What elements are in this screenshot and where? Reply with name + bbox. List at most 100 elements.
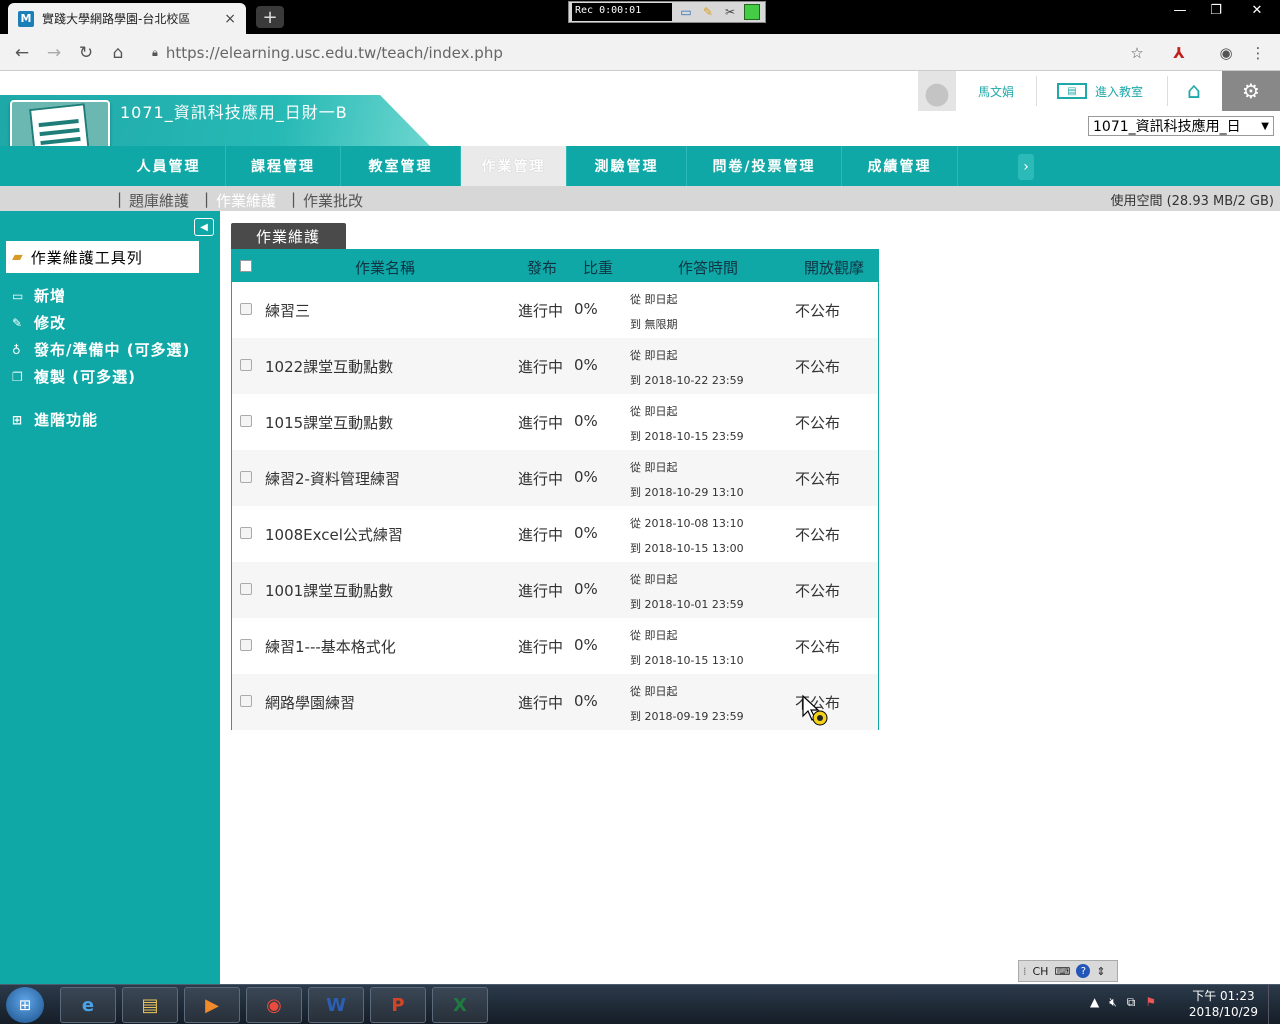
assignment-name[interactable]: 1015課堂互動點數 xyxy=(265,412,393,433)
row-checkbox[interactable] xyxy=(240,471,252,483)
browser-tab[interactable]: M 實踐大學網路學園-台北校區 × xyxy=(8,3,246,34)
sidebar-item-add[interactable]: ▭ 新增 xyxy=(12,285,66,306)
table-row[interactable]: 1015課堂互動點數 進行中 0% 從 即日起到 2018-10-15 23:59 不公… xyxy=(232,394,878,450)
ime-options-icon[interactable]: ⇕ xyxy=(1096,965,1105,978)
reload-icon[interactable]: ↻ xyxy=(74,41,98,65)
table-row[interactable]: 練習1---基本格式化 進行中 0% 從 即日起到 2018-10-15 13:10 不… xyxy=(232,618,878,674)
ie-icon[interactable]: e xyxy=(60,987,116,1023)
chevron-right-icon[interactable]: › xyxy=(1018,154,1034,180)
volume-icon[interactable]: 🔇︎ xyxy=(1109,995,1117,1010)
tab-classroom-management[interactable]: 教室管理 xyxy=(341,146,461,186)
help-icon[interactable]: ? xyxy=(1076,964,1091,978)
subnav-item-grading[interactable]: 作業批改 xyxy=(303,190,363,211)
assignment-name[interactable]: 練習三 xyxy=(265,300,310,321)
chevron-down-icon: ▼ xyxy=(1261,120,1269,132)
column-header-visibility[interactable]: 開放觀摩 xyxy=(804,257,864,278)
tab-assignment-management[interactable]: 作業管理 xyxy=(461,146,567,186)
column-header-name[interactable]: 作業名稱 xyxy=(355,257,415,278)
settings-gear-icon[interactable]: ⚙ xyxy=(1222,71,1280,111)
back-arrow-icon[interactable]: ← xyxy=(10,41,34,65)
forward-arrow-icon[interactable]: → xyxy=(42,41,66,65)
table-row[interactable]: 1001課堂互動點數 進行中 0% 從 即日起到 2018-10-01 23:59 不公… xyxy=(232,562,878,618)
url-input[interactable]: 🔒︎ https://elearning.usc.edu.tw/teach/in… xyxy=(142,39,1162,66)
column-header-weight[interactable]: 比重 xyxy=(583,257,613,278)
user-name[interactable]: 馬文娟 xyxy=(978,83,1014,100)
assignment-name[interactable]: 練習1---基本格式化 xyxy=(265,636,396,657)
sidebar-item-edit[interactable]: ✎ 修改 xyxy=(12,312,66,333)
subnav-item-question-bank[interactable]: 題庫維護 xyxy=(129,190,189,211)
tab-grade-management[interactable]: 成績管理 xyxy=(842,146,958,186)
column-header-answer-time[interactable]: 作答時間 xyxy=(678,257,738,278)
profile-icon[interactable]: ◉ xyxy=(1214,41,1238,65)
pdf-extension-icon[interactable]: ⅄ xyxy=(1167,41,1191,65)
network-icon[interactable]: ⧉ xyxy=(1127,995,1136,1010)
powerpoint-icon[interactable]: P xyxy=(370,987,426,1023)
tab-close-icon[interactable]: × xyxy=(224,11,236,27)
menu-dots-icon[interactable]: ⋮ xyxy=(1246,41,1270,65)
sidebar-item-copy[interactable]: ❐ 複製 (可多選) xyxy=(12,366,136,387)
tab-course-management[interactable]: 課程管理 xyxy=(226,146,341,186)
clock-time: 下午 01:23 xyxy=(1192,989,1255,1003)
table-row[interactable]: 1022課堂互動點數 進行中 0% 從 即日起到 2018-10-22 23:59 不公… xyxy=(232,338,878,394)
chrome-icon[interactable]: ◉ xyxy=(246,987,302,1023)
tab-title: 實踐大學網路學園-台北校區 xyxy=(42,12,191,26)
row-checkbox[interactable] xyxy=(240,415,252,427)
assignment-name[interactable]: 網路學園練習 xyxy=(265,692,355,713)
assignment-name[interactable]: 1008Excel公式練習 xyxy=(265,524,403,545)
sidebar-item-publish[interactable]: ♁ 發布/準備中 (可多選) xyxy=(12,339,190,360)
sidebar-item-advanced[interactable]: ⊞ 進階功能 xyxy=(12,409,98,430)
tray-expand-icon[interactable]: ▲ xyxy=(1090,995,1099,1010)
assignment-name[interactable]: 1001課堂互動點數 xyxy=(265,580,393,601)
tab-people-management[interactable]: 人員管理 xyxy=(112,146,226,186)
show-desktop-button[interactable] xyxy=(1268,985,1280,1024)
assignment-weight: 0% xyxy=(574,580,598,598)
tab-survey-management[interactable]: 問卷/投票管理 xyxy=(687,146,842,186)
folder-icon: ▭ xyxy=(12,288,25,303)
table-row[interactable]: 練習2-資料管理練習 進行中 0% 從 即日起到 2018-10-29 13:10 不公… xyxy=(232,450,878,506)
answer-time-to: 到 2018-10-22 23:59 xyxy=(630,374,744,387)
bookmark-star-icon[interactable]: ☆ xyxy=(1125,41,1149,65)
assignment-weight: 0% xyxy=(574,692,598,710)
recorder-cut-icon[interactable]: ✂ xyxy=(722,4,738,20)
word-icon[interactable]: W xyxy=(308,987,364,1023)
row-checkbox[interactable] xyxy=(240,359,252,371)
select-all-checkbox[interactable] xyxy=(240,260,252,272)
restore-button[interactable]: ❐ xyxy=(1198,0,1234,20)
url-text: https://elearning.usc.edu.tw/teach/index… xyxy=(165,43,503,62)
tab-exam-management[interactable]: 測驗管理 xyxy=(567,146,687,186)
new-tab-button[interactable]: + xyxy=(256,6,284,28)
main-nav: 人員管理 課程管理 教室管理 作業管理 測驗管理 問卷/投票管理 成績管理 › xyxy=(0,146,1280,186)
home-icon[interactable]: ⌂ xyxy=(106,41,130,65)
column-header-publish[interactable]: 發布 xyxy=(527,257,557,278)
clock[interactable]: 下午 01:23 2018/10/29 xyxy=(1189,988,1258,1020)
row-checkbox[interactable] xyxy=(240,303,252,315)
row-checkbox[interactable] xyxy=(240,527,252,539)
publish-status: 進行中 xyxy=(518,414,564,432)
assignment-name[interactable]: 1022課堂互動點數 xyxy=(265,356,393,377)
collapse-sidebar-icon[interactable]: ◀ xyxy=(194,218,214,236)
start-button[interactable]: ⊞ xyxy=(6,987,44,1023)
media-player-icon[interactable]: ▶ xyxy=(184,987,240,1023)
recorder-pen-icon[interactable]: ✎ xyxy=(700,4,716,20)
row-checkbox[interactable] xyxy=(240,583,252,595)
storage-usage: 使用空間 (28.93 MB/2 GB) xyxy=(1110,194,1274,209)
row-checkbox[interactable] xyxy=(240,639,252,651)
explorer-icon[interactable]: ▤ xyxy=(122,987,178,1023)
ime-language[interactable]: CH xyxy=(1033,965,1049,978)
assignment-name[interactable]: 練習2-資料管理練習 xyxy=(265,468,400,489)
recorder-comment-icon[interactable]: ▭ xyxy=(678,4,694,20)
table-row[interactable]: 練習三 進行中 0% 從 即日起到 無限期 不公布 xyxy=(232,282,878,338)
table-row[interactable]: 網路學園練習 進行中 0% 從 即日起到 2018-09-19 23:59 不公布 xyxy=(232,674,878,730)
row-checkbox[interactable] xyxy=(240,695,252,707)
enter-classroom-button[interactable]: ▤ 進入教室 xyxy=(1057,83,1143,100)
table-row[interactable]: 1008Excel公式練習 進行中 0% 從 2018-10-08 13:10 到 20… xyxy=(232,506,878,562)
course-select[interactable]: 1071_資訊科技應用_日 ▼ xyxy=(1088,116,1274,136)
close-window-button[interactable]: ✕ xyxy=(1234,0,1280,20)
excel-icon[interactable]: X xyxy=(432,987,488,1023)
keyboard-icon[interactable]: ⌨ xyxy=(1054,965,1070,978)
action-center-icon[interactable]: ⚑ xyxy=(1145,995,1156,1010)
minimize-button[interactable]: — xyxy=(1162,0,1198,20)
subnav-item-assignment-maintenance[interactable]: 作業維護 xyxy=(216,190,276,211)
home-button[interactable]: ⌂ xyxy=(1174,71,1214,111)
recorder-stop-icon[interactable] xyxy=(744,4,760,20)
